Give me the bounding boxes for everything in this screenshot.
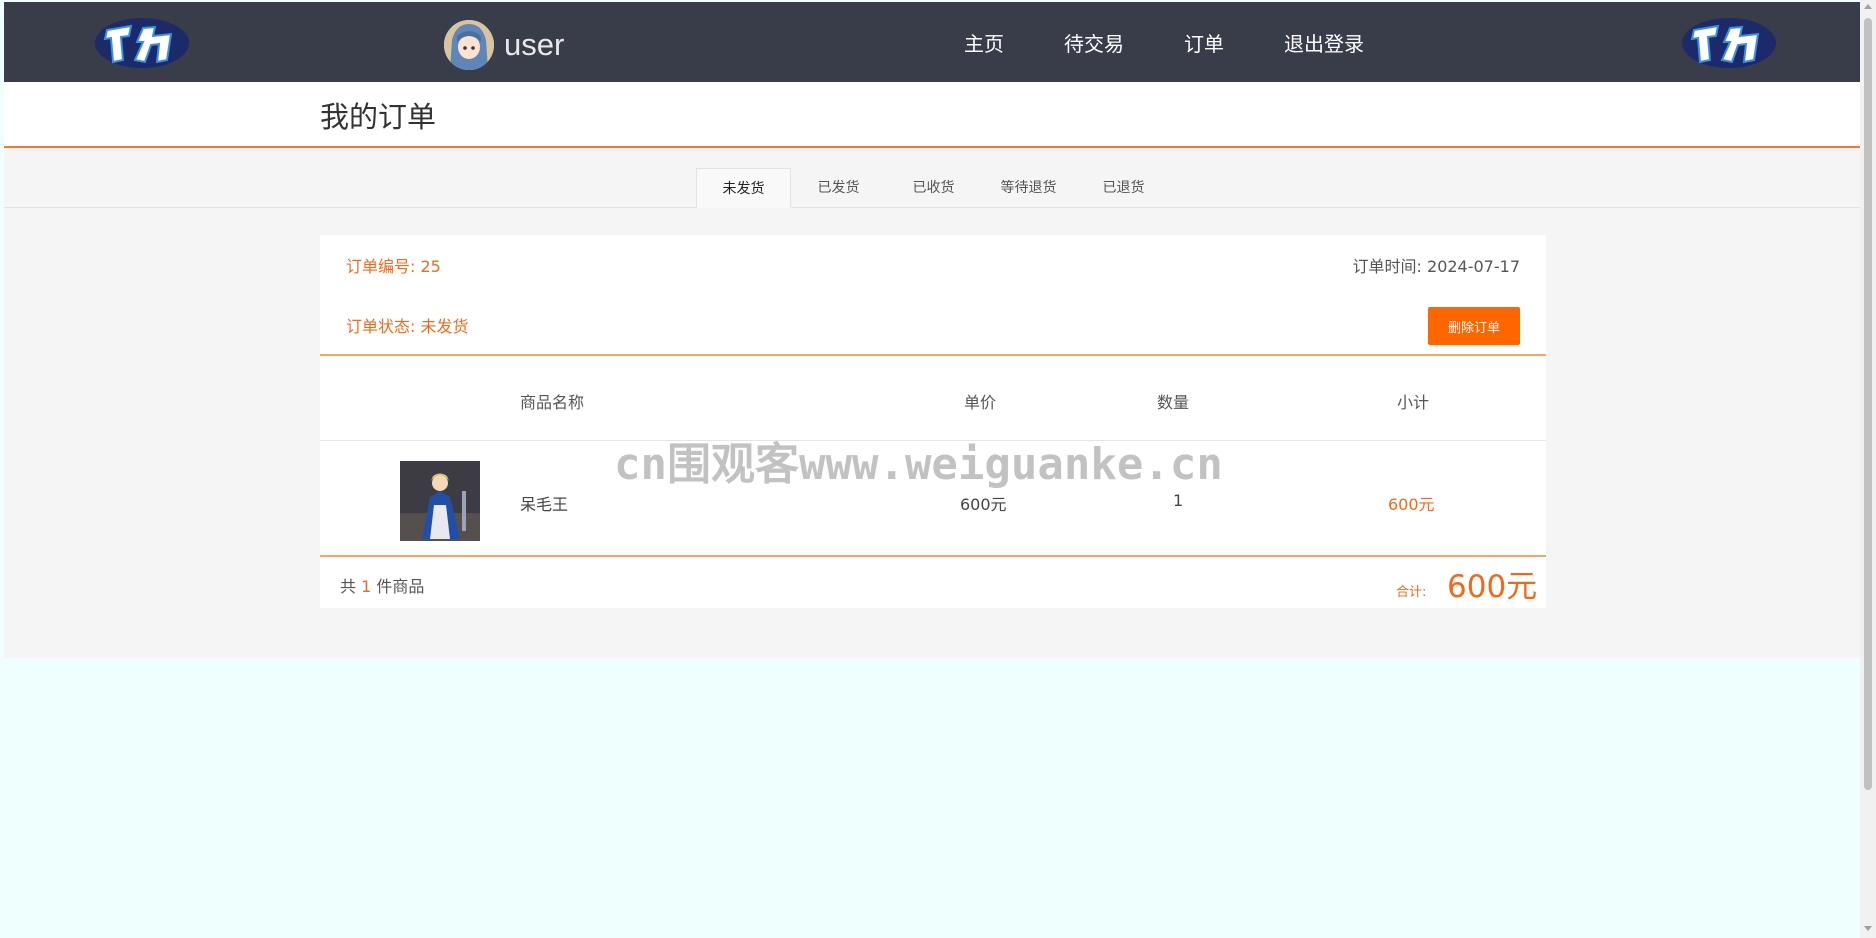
column-header-name: 商品名称 bbox=[520, 393, 585, 412]
card-divider bbox=[320, 354, 1546, 356]
item-qty: 1 bbox=[1173, 491, 1184, 510]
column-header-subtotal: 小计 bbox=[1397, 393, 1430, 412]
tab-shipped[interactable]: 已发货 bbox=[791, 168, 886, 208]
scroll-up-arrow-icon[interactable] bbox=[1864, 4, 1872, 9]
order-card: 订单编号: 25 订单时间: 2024-07-17 订单状态: 未发货 删除订单… bbox=[320, 235, 1546, 608]
nav-orders[interactable]: 订单 bbox=[1184, 28, 1224, 57]
count-number: 1 bbox=[361, 577, 372, 596]
delete-order-button[interactable]: 删除订单 bbox=[1428, 307, 1520, 345]
title-bar: 我的订单 bbox=[4, 82, 1860, 148]
nav-home[interactable]: 主页 bbox=[964, 28, 1004, 57]
logo-right[interactable] bbox=[1680, 16, 1778, 70]
total-value: 600元 bbox=[1447, 569, 1538, 605]
top-navbar: user 主页 待交易 订单 退出登录 bbox=[4, 2, 1860, 82]
total-label: 合计: bbox=[1396, 585, 1427, 600]
page-scrollbar[interactable] bbox=[1860, 0, 1876, 938]
product-image[interactable] bbox=[400, 461, 480, 541]
order-status-tabs: 未发货 已发货 已收货 等待退货 已退货 bbox=[696, 168, 1171, 208]
order-content: 未发货 已发货 已收货 等待退货 已退货 订单编号: 25 订单时间: 2024… bbox=[4, 148, 1860, 658]
order-time: 订单时间: 2024-07-17 bbox=[1352, 257, 1520, 276]
nav-pending-trade[interactable]: 待交易 bbox=[1064, 28, 1124, 57]
count-prefix: 共 bbox=[340, 577, 357, 596]
item-price: 600元 bbox=[960, 495, 1007, 514]
nav-logout[interactable]: 退出登录 bbox=[1284, 28, 1364, 57]
tab-awaiting-return[interactable]: 等待退货 bbox=[981, 168, 1076, 208]
nav-links: 主页 待交易 订单 退出登录 bbox=[964, 2, 1364, 82]
footer-divider bbox=[320, 555, 1546, 557]
item-count: 共 1 件商品 bbox=[340, 573, 424, 597]
item-name[interactable]: 呆毛王 bbox=[520, 491, 568, 515]
scroll-down-arrow-icon[interactable] bbox=[1864, 926, 1872, 931]
column-header-qty: 数量 bbox=[1157, 393, 1190, 412]
username: user bbox=[504, 27, 565, 62]
page-title: 我的订单 bbox=[320, 100, 437, 134]
logo-left[interactable] bbox=[93, 16, 191, 70]
user-profile[interactable]: user bbox=[444, 20, 564, 70]
user-avatar bbox=[444, 20, 494, 70]
item-subtotal: 600元 bbox=[1388, 495, 1435, 514]
tab-returned[interactable]: 已退货 bbox=[1076, 168, 1171, 208]
scrollbar-thumb[interactable] bbox=[1864, 18, 1872, 790]
header-divider bbox=[320, 440, 1546, 441]
count-suffix: 件商品 bbox=[376, 577, 425, 596]
order-number: 订单编号: 25 bbox=[346, 257, 441, 276]
column-header-price: 单价 bbox=[964, 393, 997, 412]
order-status: 订单状态: 未发货 bbox=[346, 317, 469, 336]
tab-unshipped[interactable]: 未发货 bbox=[696, 168, 791, 208]
tab-received[interactable]: 已收货 bbox=[886, 168, 981, 208]
